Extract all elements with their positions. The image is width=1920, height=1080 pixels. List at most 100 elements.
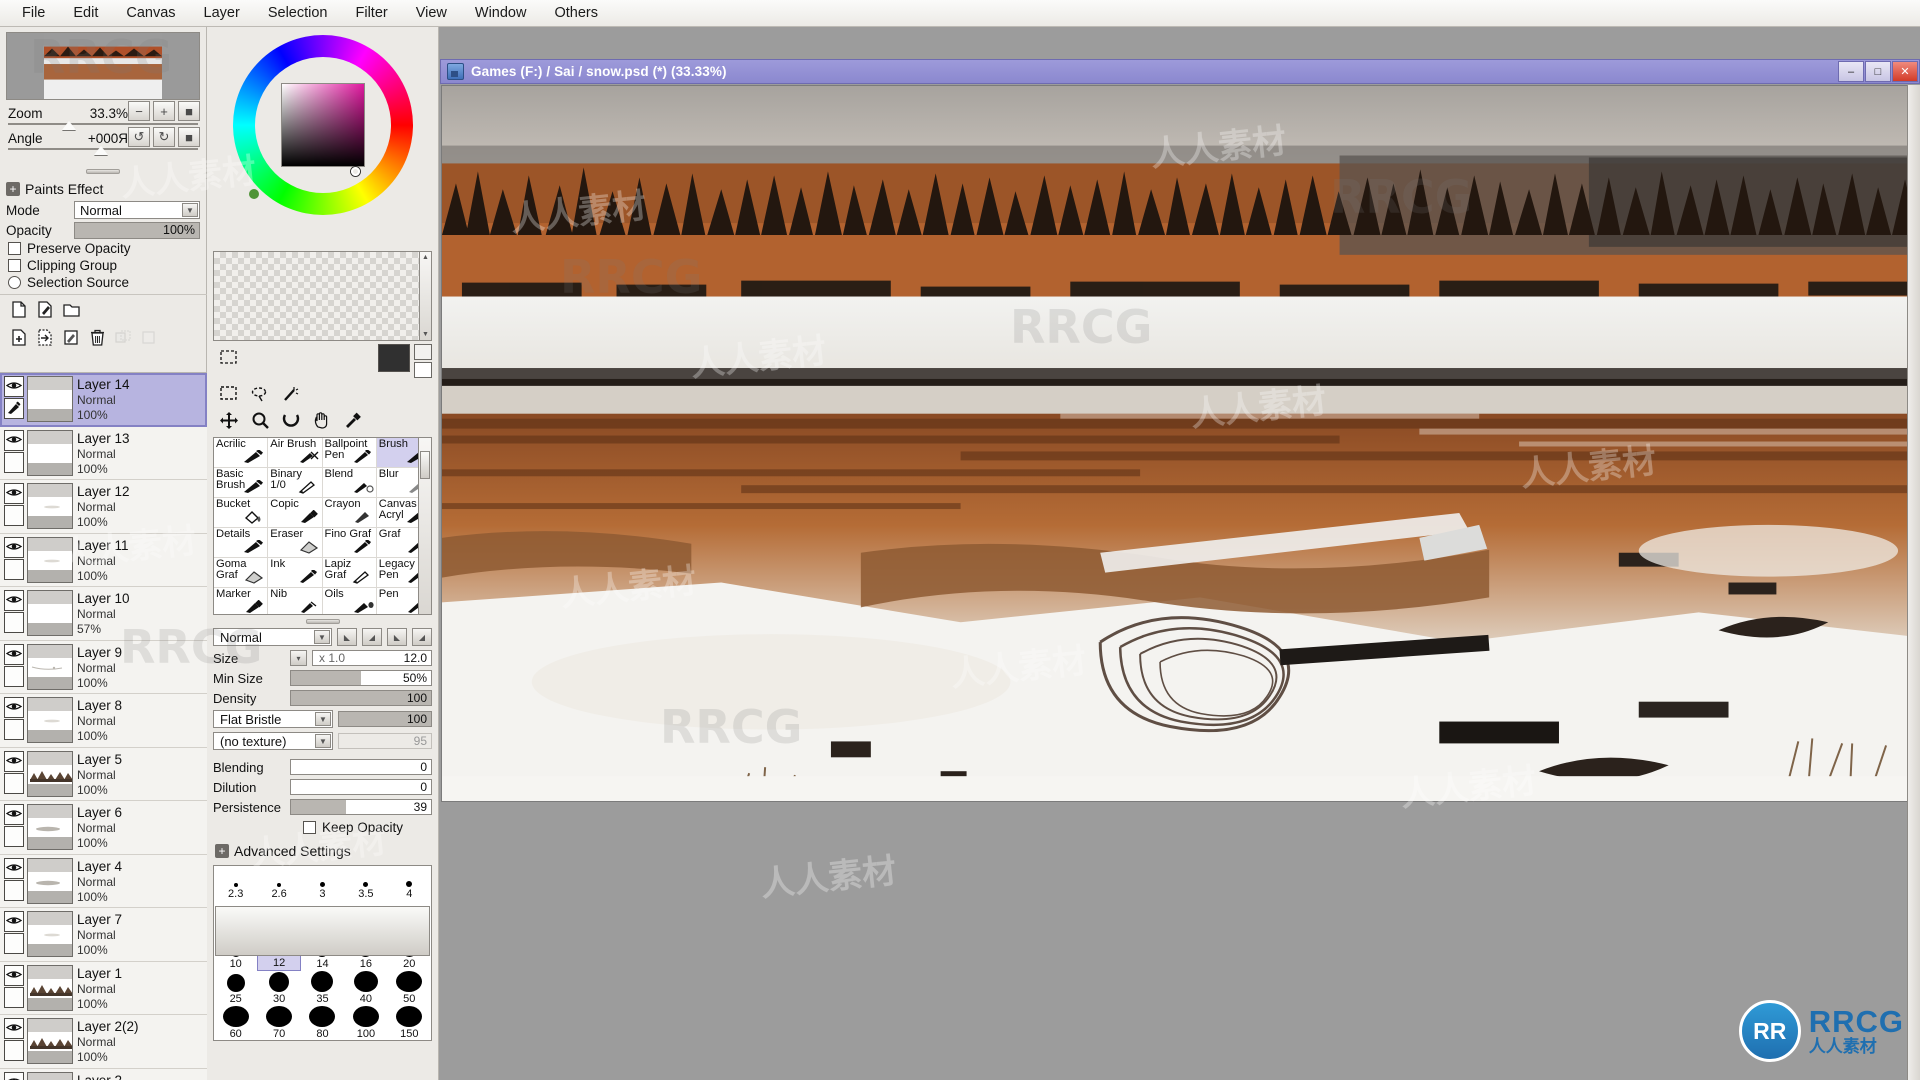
brush-item[interactable]: Copic — [268, 498, 323, 528]
layer-visibility-toggle[interactable] — [4, 1018, 24, 1039]
brush-blending-slider[interactable]: 0 — [290, 759, 432, 775]
layer-row[interactable]: Layer 8 Normal 100% — [0, 694, 207, 748]
brush-size-preset[interactable]: 25 — [214, 971, 257, 1006]
layer-visibility-toggle[interactable] — [4, 483, 24, 504]
new-layer-set-button[interactable] — [60, 299, 82, 319]
keep-opacity-row[interactable]: Keep Opacity — [207, 819, 438, 836]
layer-row[interactable]: Layer 9 Normal 100% — [0, 640, 207, 694]
brush-size-presets[interactable]: 2.32.633.5456789101214162025303540506070… — [213, 865, 432, 1041]
chevron-down-icon[interactable]: ▼ — [315, 712, 331, 726]
rect-select-tool[interactable] — [213, 344, 244, 371]
maximize-button[interactable]: □ — [1865, 61, 1891, 82]
layer-selection-toggle[interactable] — [4, 665, 24, 687]
delete-layer-button[interactable] — [86, 327, 108, 347]
menu-item-others[interactable]: Others — [540, 2, 612, 24]
layer-visibility-toggle[interactable] — [4, 590, 24, 611]
layer-row[interactable]: Layer 1 Normal 100% — [0, 961, 207, 1015]
brush-item[interactable]: Fino Graf — [322, 528, 377, 558]
layer-visibility-toggle[interactable] — [4, 911, 24, 932]
brush-size-preset[interactable]: 70 — [257, 1006, 300, 1040]
brush-item[interactable]: Crayon — [322, 498, 377, 528]
new-layer-button[interactable] — [8, 299, 30, 319]
brush-size-preset[interactable]: 60 — [214, 1006, 257, 1040]
brush-item[interactable]: Marker — [214, 588, 269, 614]
menu-item-layer[interactable]: Layer — [190, 2, 254, 24]
layer-row[interactable]: Layer 6 Normal 100% — [0, 801, 207, 855]
layer-selection-toggle[interactable] — [4, 398, 24, 419]
brush-size-preset[interactable]: 3 — [301, 866, 344, 901]
menu-item-window[interactable]: Window — [461, 2, 541, 24]
layer-row[interactable]: Layer 11 Normal 100% — [0, 533, 207, 587]
layer-row[interactable]: Layer 12 Normal 100% — [0, 480, 207, 534]
layer-selection-toggle[interactable] — [4, 719, 24, 740]
merge-down-button[interactable] — [60, 327, 82, 347]
layer-selection-toggle[interactable] — [4, 505, 24, 526]
brush-size-preset[interactable]: 50 — [388, 971, 431, 1006]
brush-item[interactable]: Blend — [322, 468, 377, 498]
brush-dilution-slider[interactable]: 0 — [290, 779, 432, 795]
brush-item[interactable]: Ballpoint Pen — [322, 438, 377, 468]
layer-selection-toggle[interactable] — [4, 986, 24, 1008]
rect-select-icon[interactable] — [213, 380, 244, 407]
zoom-in-button[interactable]: + — [153, 101, 175, 121]
brush-preset-last-button[interactable]: ◢ — [412, 628, 432, 646]
brush-item[interactable]: Air Brush — [268, 438, 323, 468]
panel-grip[interactable] — [86, 169, 120, 174]
preserve-opacity-row[interactable]: Preserve Opacity — [0, 240, 206, 257]
close-button[interactable]: ✕ — [1892, 61, 1918, 82]
brush-item[interactable]: Acrilic — [214, 438, 269, 468]
move-icon[interactable] — [213, 407, 244, 434]
navigator-thumbnail[interactable] — [6, 32, 200, 100]
layer-list[interactable]: Layer 14 Normal 100% Layer 13 Normal 100% Laye… — [0, 372, 207, 1080]
brush-size-preset[interactable]: 150 — [388, 1006, 431, 1040]
brush-shape-select[interactable]: Flat Bristle ▼ — [213, 710, 333, 728]
brush-size-preset[interactable]: 40 — [344, 971, 387, 1006]
scratch-scrollbar[interactable]: ▲ ▼ — [419, 251, 432, 341]
magic-wand-icon[interactable] — [275, 380, 306, 407]
paints-effect-header[interactable]: + Paints Effect — [0, 178, 206, 200]
brush-size-preset[interactable]: 100 — [344, 1006, 387, 1040]
layer-visibility-toggle[interactable] — [4, 536, 24, 558]
preserve-opacity-checkbox[interactable] — [8, 242, 21, 255]
brush-min-size-slider[interactable]: 50% — [290, 670, 432, 686]
menu-item-view[interactable]: View — [402, 2, 461, 24]
secondary-color-dot[interactable] — [249, 189, 259, 199]
layer-visibility-toggle[interactable] — [4, 643, 24, 665]
color-wheel[interactable] — [207, 27, 439, 249]
zoom-reset-button[interactable]: ■ — [178, 101, 200, 121]
blank-icon[interactable] — [306, 380, 337, 407]
eyedropper-icon[interactable] — [337, 407, 368, 434]
brush-size-slider[interactable]: x 1.0 12.0 — [312, 650, 432, 666]
brush-item[interactable]: Ink — [268, 558, 323, 588]
layer-selection-toggle[interactable] — [4, 879, 24, 901]
layer-visibility-toggle[interactable] — [4, 376, 24, 397]
layer-opacity-slider[interactable]: 100% — [74, 221, 200, 239]
transfer-down-button[interactable] — [34, 327, 56, 347]
rotate-cw-button[interactable]: ↻ — [153, 127, 175, 147]
layer-selection-toggle[interactable] — [4, 772, 24, 794]
brush-persistence-slider[interactable]: 39 — [290, 799, 432, 815]
brush-item[interactable]: Goma Graf — [214, 558, 269, 588]
rotate-icon[interactable] — [275, 407, 306, 434]
brush-panel-grip[interactable] — [305, 619, 340, 624]
layer-mode-select[interactable]: Normal ▼ — [74, 201, 200, 219]
advanced-settings-header[interactable]: + Advanced Settings — [207, 840, 438, 862]
brush-shape-strength-slider[interactable]: 100 — [338, 711, 432, 727]
layer-visibility-toggle[interactable] — [4, 1071, 24, 1080]
brush-blend-mode-select[interactable]: Normal ▼ — [213, 628, 332, 646]
chevron-down-icon[interactable]: ▼ — [314, 630, 330, 644]
copy-layer-button[interactable] — [8, 327, 30, 347]
new-linework-layer-button[interactable] — [34, 299, 56, 319]
brush-size-preset[interactable]: 80 — [301, 1006, 344, 1040]
brush-size-preset[interactable]: 3.5 — [344, 866, 387, 901]
angle-reset-button[interactable]: ■ — [178, 127, 200, 147]
layer-visibility-toggle[interactable] — [4, 857, 24, 879]
layer-row[interactable]: Layer 7 Normal 100% — [0, 908, 207, 962]
brush-size-preset[interactable]: 2.3 — [214, 866, 257, 901]
primary-color-swatch[interactable] — [378, 344, 410, 372]
secondary-color-swatch[interactable] — [414, 344, 432, 360]
clipping-group-row[interactable]: Clipping Group — [0, 257, 206, 274]
layer-selection-toggle[interactable] — [4, 451, 24, 473]
layer-selection-toggle[interactable] — [4, 612, 24, 633]
brush-size-preset[interactable]: 30 — [257, 971, 300, 1006]
